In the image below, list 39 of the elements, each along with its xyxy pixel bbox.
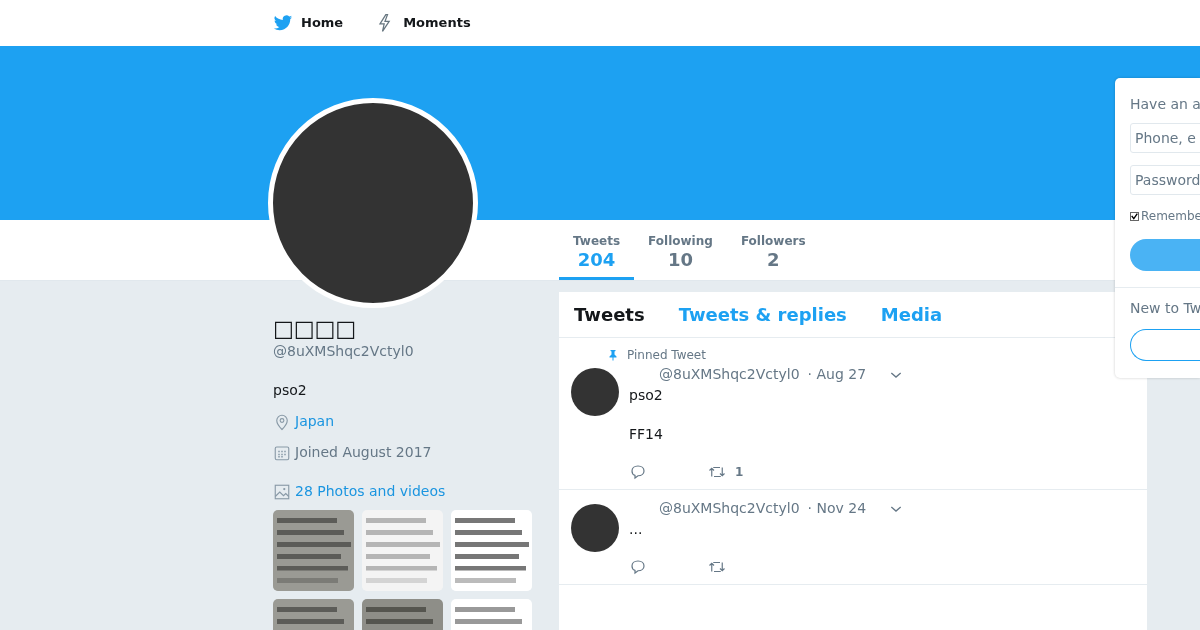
nav-link[interactable]: Moments bbox=[375, 13, 471, 33]
tweet-text: pso2 bbox=[629, 386, 664, 405]
tweet-handle[interactable]: @8uXMShqc2Vctyl0 bbox=[659, 364, 800, 385]
remember-checkbox[interactable] bbox=[1130, 211, 1139, 221]
stat-tab[interactable]: Following 10 bbox=[634, 220, 727, 280]
reply-icon bbox=[629, 463, 647, 481]
profile-bio: pso2 bbox=[273, 381, 308, 401]
profile-handle: @8uXMShqc2Vctyl0 bbox=[273, 342, 415, 362]
joined-date: Joined August 2017 bbox=[295, 443, 432, 463]
password-field[interactable]: Password bbox=[1130, 165, 1200, 195]
user-avatar[interactable] bbox=[571, 504, 619, 552]
location-pin-icon bbox=[273, 412, 291, 431]
media-link[interactable]: 28 Photos and videos bbox=[295, 481, 446, 503]
tweet-handle[interactable]: @8uXMShqc2Vctyl0 bbox=[659, 498, 800, 519]
calendar-icon bbox=[273, 443, 291, 462]
bird-icon bbox=[273, 13, 293, 33]
login-title: Have an a bbox=[1130, 95, 1200, 114]
pin-icon bbox=[607, 349, 619, 361]
signup-button[interactable] bbox=[1130, 329, 1200, 361]
pinned-label: Pinned Tweet bbox=[627, 347, 706, 364]
tweet-text: FF14 bbox=[629, 425, 664, 444]
nav-link[interactable]: Home bbox=[273, 13, 344, 33]
timeline-tab[interactable]: Tweets bbox=[574, 301, 645, 328]
tweet-text: ... bbox=[629, 520, 644, 539]
image-icon bbox=[273, 482, 291, 501]
profile-name: □□□□ bbox=[273, 317, 358, 342]
reply-icon bbox=[629, 558, 647, 576]
tweet-date: · Nov 24 bbox=[807, 499, 867, 518]
user-avatar[interactable] bbox=[571, 368, 619, 416]
signup-title: New to Tw bbox=[1130, 299, 1200, 318]
retweet-count: 1 bbox=[735, 464, 744, 481]
login-button[interactable] bbox=[1130, 239, 1200, 271]
username-field[interactable]: Phone, e bbox=[1130, 123, 1200, 153]
stat-tab[interactable]: Followers 2 bbox=[726, 220, 820, 280]
stat-tab[interactable]: Tweets 204 bbox=[559, 220, 635, 280]
location-link[interactable]: Japan bbox=[295, 411, 335, 433]
tweet-date: · Aug 27 bbox=[807, 365, 867, 384]
timeline-tab[interactable]: Tweets & replies bbox=[678, 301, 847, 328]
timeline-tab[interactable]: Media bbox=[880, 301, 943, 328]
